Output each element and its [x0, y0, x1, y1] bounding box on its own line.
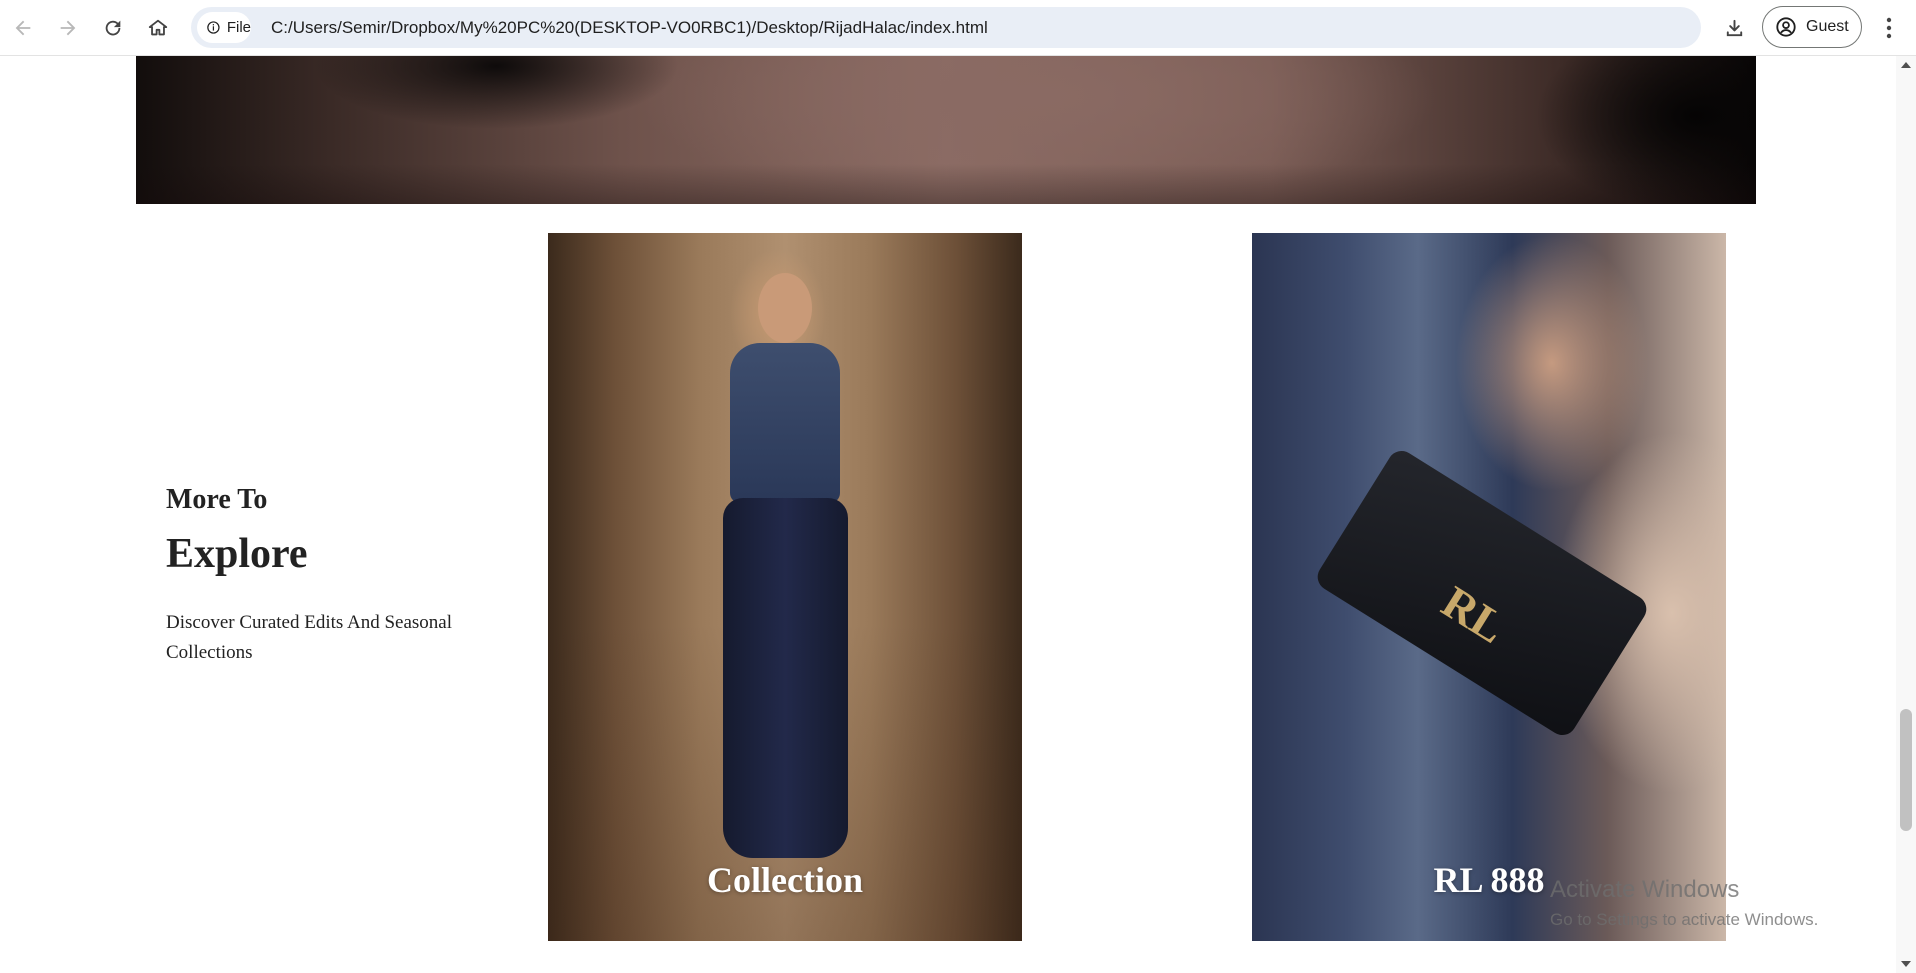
- explore-kicker: More To: [166, 484, 268, 515]
- activate-windows-watermark: Activate Windows Go to Settings to activ…: [1550, 876, 1818, 930]
- kebab-menu-icon: [1886, 17, 1892, 39]
- account-circle-icon: [1776, 17, 1796, 37]
- watermark-title: Activate Windows: [1550, 876, 1740, 903]
- reload-icon: [105, 20, 121, 36]
- reload-button[interactable]: [95, 10, 131, 46]
- hero-image: [136, 56, 1756, 204]
- rl-888-card[interactable]: RL RL 888: [1252, 233, 1726, 941]
- browser-menu-button[interactable]: [1874, 10, 1904, 46]
- watermark-subtitle: Go to Settings to activate Windows.: [1550, 910, 1819, 929]
- address-bar[interactable]: File C:/Users/Semir/Dropbox/My%20PC%20(D…: [191, 7, 1701, 48]
- explore-description: Discover Curated Edits And Seasonal Coll…: [166, 612, 453, 663]
- model-top-shape: [730, 343, 840, 503]
- url-text[interactable]: C:/Users/Semir/Dropbox/My%20PC%20(DESKTO…: [271, 7, 988, 48]
- profile-label: Guest: [1806, 18, 1849, 35]
- arrow-right-icon: [60, 20, 76, 36]
- scroll-down-arrow-icon[interactable]: [1901, 961, 1911, 967]
- download-icon: [1726, 19, 1742, 36]
- collection-card-label: Collection: [707, 860, 863, 900]
- download-button[interactable]: [1716, 10, 1752, 46]
- model-trousers-shape: [723, 498, 848, 858]
- home-icon: [148, 19, 168, 36]
- collection-card[interactable]: Collection: [548, 233, 1022, 941]
- info-icon: [207, 21, 220, 34]
- scroll-up-arrow-icon[interactable]: [1901, 62, 1911, 68]
- explore-title: Explore: [166, 531, 308, 577]
- forward-button[interactable]: [50, 10, 86, 46]
- profile-button[interactable]: Guest: [1762, 6, 1862, 48]
- page-scrollbar[interactable]: [1896, 56, 1916, 973]
- browser-toolbar: File C:/Users/Semir/Dropbox/My%20PC%20(D…: [0, 0, 1916, 56]
- site-info-label: File: [226, 19, 251, 36]
- site-info-chip[interactable]: File: [197, 12, 251, 43]
- home-button[interactable]: [140, 10, 176, 46]
- model-head-shape: [758, 273, 812, 343]
- back-button[interactable]: [5, 10, 41, 46]
- arrow-left-icon: [15, 20, 31, 36]
- scroll-thumb[interactable]: [1900, 709, 1912, 831]
- explore-section: More To Explore Discover Curated Edits A…: [166, 484, 496, 668]
